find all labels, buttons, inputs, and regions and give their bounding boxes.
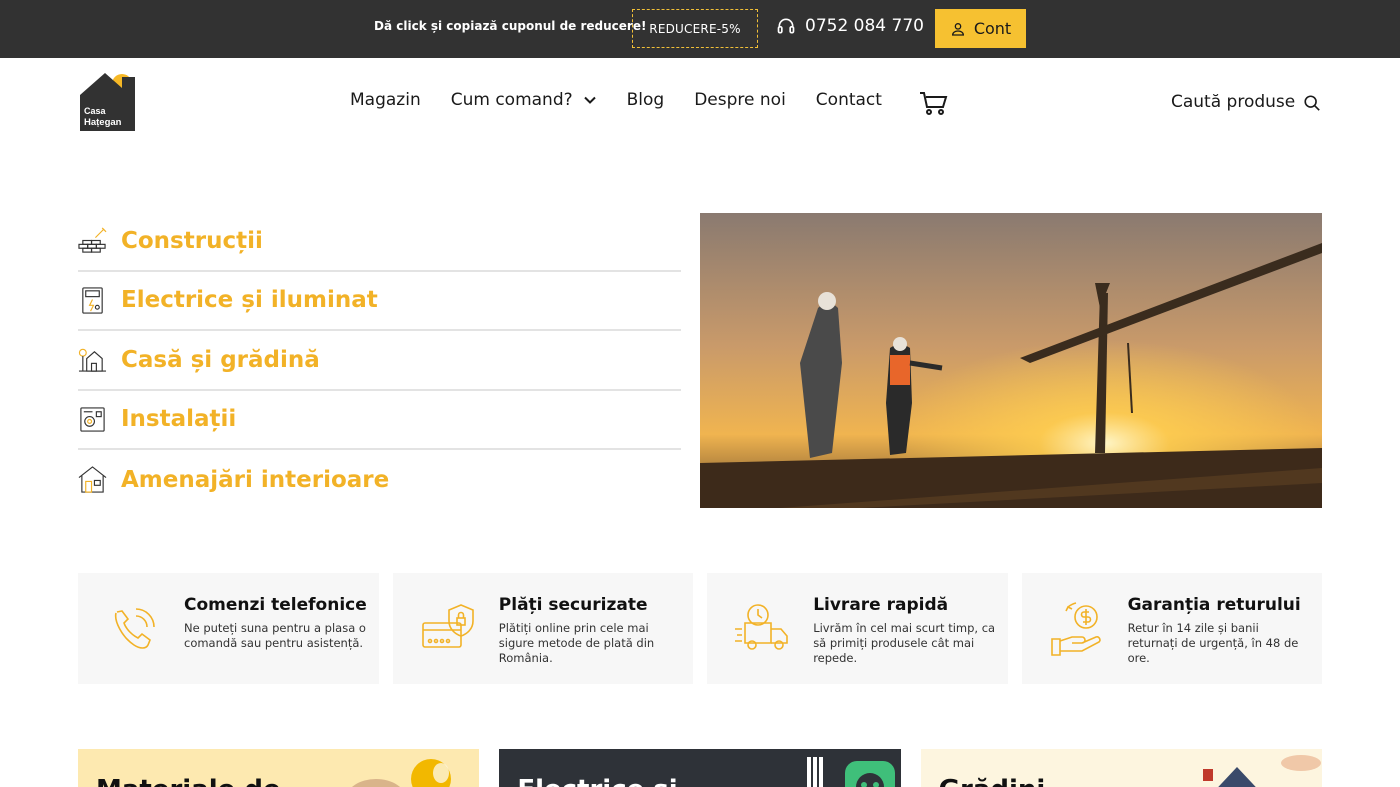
card-gradini[interactable]: Grădini (920, 749, 1322, 787)
nav-label: Cum comand? (450, 90, 573, 110)
money-return-icon (1050, 602, 1101, 656)
search-icon (1304, 95, 1321, 111)
headset-icon (777, 18, 795, 34)
chevron-down-icon (583, 96, 596, 104)
nav-item-blog[interactable]: Blog (627, 90, 665, 110)
top-bar: Dă click și copiază cuponul de reducere!… (0, 0, 1400, 58)
nav-label: Blog (626, 90, 665, 110)
bricks-trowel-icon (78, 227, 107, 253)
house-garden-icon (78, 349, 107, 372)
logo-text-casa: Casa (84, 106, 107, 116)
category-casa-gradina[interactable]: Casă și grădină (78, 331, 681, 391)
search-button[interactable]: Caută produse (1171, 91, 1321, 112)
feature-title: Plăți securizate (498, 595, 648, 615)
feature-text: Retur în 14 zile și banii returnați de u… (1127, 621, 1299, 665)
feature-plati-securizate: Plăți securizate Plătiți online prin cel… (392, 573, 694, 684)
category-constructii[interactable]: Construcții (78, 212, 681, 272)
phone-link[interactable]: 0752 084 770 (776, 16, 924, 36)
feature-text: Plătiți online prin cele mai sigure meto… (498, 621, 655, 665)
category-amenajari[interactable]: Amenajări interioare (78, 450, 681, 510)
account-button[interactable]: Cont (935, 9, 1026, 48)
feature-title: Garanția returului (1127, 595, 1301, 615)
house-interior-icon (78, 466, 107, 493)
card-electrice[interactable]: Electrice și (499, 749, 901, 787)
nav-item-magazin[interactable]: Magazin (350, 90, 421, 110)
feature-text: Livrăm în cel mai scurt timp, ca să prim… (813, 621, 996, 665)
paint-bucket-icon (352, 759, 451, 787)
feature-comenzi-telefonice: Comenzi telefonice Ne puteți suna pentru… (78, 573, 379, 684)
category-electrice[interactable]: Electrice și iluminat (78, 272, 681, 331)
nav-label: Despre noi (694, 90, 786, 110)
card-title: Grădini (939, 775, 1046, 787)
feature-title: Comenzi telefonice (184, 595, 367, 615)
house-roof-icon (1202, 755, 1321, 787)
nav-item-despre-noi[interactable]: Despre noi (694, 90, 786, 110)
card-title: Materiale de (96, 775, 281, 787)
fast-delivery-truck-icon (735, 604, 788, 650)
account-label: Cont (973, 19, 1012, 38)
hero-image (700, 213, 1322, 508)
category-label: Electrice și iluminat (121, 287, 378, 314)
logo[interactable]: Casa Hațegan (80, 73, 136, 131)
electrical-panel-icon (82, 287, 103, 314)
category-label: Amenajări interioare (121, 466, 390, 493)
features-row: Comenzi telefonice Ne puteți suna pentru… (78, 573, 1322, 684)
category-label: Construcții (121, 227, 263, 254)
search-label: Caută produse (1171, 91, 1296, 112)
user-icon (951, 22, 964, 36)
logo-text-hategan: Hațegan (84, 117, 122, 128)
nav-label: Contact (815, 90, 882, 110)
card-materiale[interactable]: Materiale de (78, 749, 480, 787)
secure-card-icon (421, 604, 474, 648)
promo-text: Dă click și copiază cuponul de reducere! (374, 19, 647, 33)
feature-livrare-rapida: Livrare rapidă Livrăm în cel mai scurt t… (707, 573, 1008, 684)
coupon-code-button[interactable]: REDUCERE-5% (632, 9, 758, 48)
phone-number: 0752 084 770 (805, 16, 924, 36)
nav-label: Magazin (350, 90, 421, 110)
main-nav: Magazin Cum comand? Blog Despre noi Cont… (350, 90, 882, 110)
category-label: Instalații (121, 406, 237, 433)
feature-text: Ne puteți suna pentru a plasa o comandă … (184, 621, 366, 650)
category-list: Construcții Electrice și iluminat Casă ș… (78, 212, 681, 510)
nav-item-contact[interactable]: Contact (816, 90, 882, 110)
nav-item-cum-comand[interactable]: Cum comand? (451, 90, 597, 110)
feature-title: Livrare rapidă (813, 595, 949, 615)
cart-icon[interactable] (919, 90, 949, 116)
phone-call-icon (114, 608, 155, 649)
boiler-icon (80, 407, 105, 432)
category-label: Casă și grădină (121, 346, 320, 373)
card-title: Electrice și (517, 775, 677, 787)
feature-garantia-returului: Garanția returului Retur în 14 zile și b… (1021, 573, 1322, 684)
socket-bulb-icon (807, 757, 896, 787)
category-instalatii[interactable]: Instalații (78, 391, 681, 450)
category-cards: Materiale de Electrice și Grădini (78, 749, 1322, 787)
